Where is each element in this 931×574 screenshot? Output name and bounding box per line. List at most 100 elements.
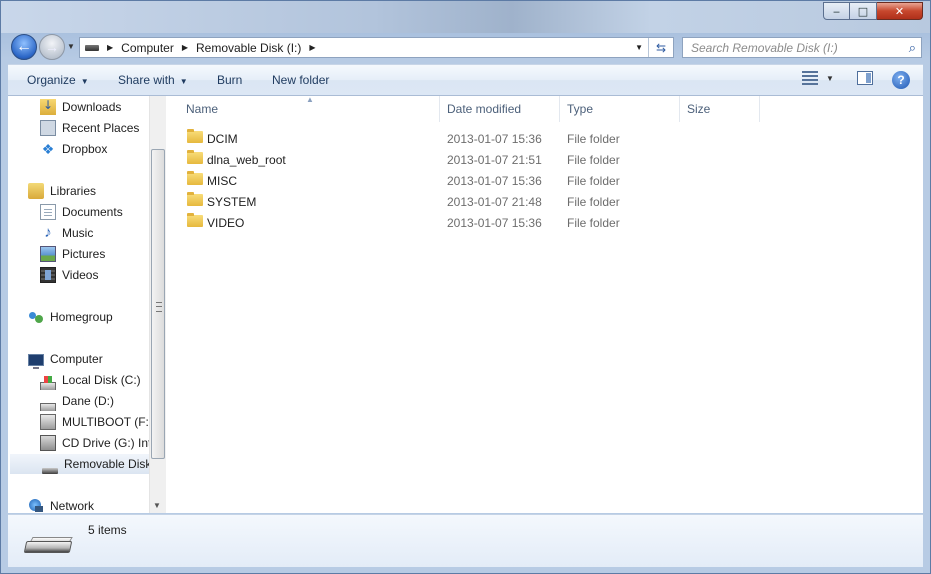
file-date-modified: 2013-01-07 15:36 [447, 216, 542, 230]
title-bar[interactable] [1, 1, 930, 33]
videos-icon [40, 267, 56, 283]
file-name: dlna_web_root [207, 153, 286, 167]
file-type: File folder [567, 132, 620, 146]
column-divider[interactable] [679, 96, 680, 122]
sidebar-item-label: Homegroup [50, 310, 113, 324]
disk-icon [40, 402, 56, 411]
refresh-button[interactable]: ⇆ [648, 38, 673, 57]
maximize-button[interactable]: □ [850, 2, 877, 20]
organize-button[interactable]: Organize ▼ [27, 73, 89, 87]
share-with-button[interactable]: Share with ▼ [118, 73, 188, 87]
sidebar-item-music[interactable]: ♪ Music [8, 223, 150, 243]
scrollbar-thumb[interactable] [151, 149, 165, 459]
sort-ascending-icon: ▲ [306, 95, 314, 104]
sidebar-item-recent-places[interactable]: Recent Places [8, 118, 150, 138]
sidebar-item-label: Local Disk (C:) [62, 373, 141, 387]
file-date-modified: 2013-01-07 21:51 [447, 153, 542, 167]
sidebar-item-libraries[interactable]: Libraries [8, 181, 150, 201]
search-input[interactable] [689, 39, 893, 56]
file-type: File folder [567, 153, 620, 167]
sidebar-item-dane-d[interactable]: Dane (D:) [8, 391, 150, 411]
file-row[interactable]: dlna_web_root 2013-01-07 21:51 File fold… [166, 149, 923, 170]
navigation-pane: Downloads Recent Places ❖ Dropbox Librar… [8, 96, 167, 513]
help-button[interactable]: ? [892, 71, 910, 89]
sidebar-item-cd-drive-g[interactable]: CD Drive (G:) Inte [8, 433, 150, 453]
network-icon [28, 498, 44, 513]
recent-pages-dropdown[interactable]: ▼ [67, 42, 75, 51]
music-icon: ♪ [44, 224, 52, 241]
column-divider[interactable] [759, 96, 760, 122]
navigation-pane-scrollbar[interactable]: ▼ [149, 96, 166, 513]
forward-button[interactable]: → [39, 34, 65, 60]
removable-disk-icon [42, 468, 58, 474]
preview-pane-button[interactable] [857, 71, 873, 85]
sidebar-item-label: Documents [62, 205, 123, 219]
file-type: File folder [567, 195, 620, 209]
file-name: DCIM [207, 132, 238, 146]
chevron-down-icon[interactable]: ▼ [826, 74, 834, 83]
file-name: VIDEO [207, 216, 245, 230]
address-bar[interactable]: ▶ Computer ▶ Removable Disk (I:) ▶ ▼ ⇆ [79, 37, 674, 58]
close-button[interactable]: ✕ [877, 2, 923, 20]
libraries-icon [28, 183, 44, 199]
details-view-icon [802, 71, 818, 85]
scroll-down-arrow-icon[interactable]: ▼ [153, 501, 161, 510]
sidebar-item-label: Removable Disk ( [64, 457, 150, 471]
search-box[interactable]: ⌕ [682, 37, 922, 58]
breadcrumb-computer[interactable]: Computer [121, 41, 174, 55]
folder-icon [187, 150, 203, 164]
burn-button[interactable]: Burn [217, 73, 242, 87]
folder-icon [187, 129, 203, 143]
file-name: MISC [207, 174, 237, 188]
sidebar-item-multiboot-f[interactable]: MULTIBOOT (F:) [8, 412, 150, 432]
sidebar-item-local-disk-c[interactable]: Local Disk (C:) [8, 370, 150, 390]
column-header-name[interactable]: Name [186, 96, 218, 122]
breadcrumb: ▶ Computer ▶ Removable Disk (I:) ▶ [99, 41, 324, 55]
breadcrumb-removable-disk[interactable]: Removable Disk (I:) [196, 41, 301, 55]
sidebar-item-network[interactable]: Network [8, 496, 150, 513]
help-icon: ? [892, 71, 910, 89]
file-row[interactable]: DCIM 2013-01-07 15:36 File folder [166, 128, 923, 149]
file-row[interactable]: SYSTEM 2013-01-07 21:48 File folder [166, 191, 923, 212]
column-header-type[interactable]: Type [567, 96, 593, 122]
sidebar-item-computer[interactable]: Computer [8, 349, 150, 369]
sidebar-item-downloads[interactable]: Downloads [8, 97, 150, 117]
sidebar-item-dropbox[interactable]: ❖ Dropbox [8, 139, 150, 159]
file-row[interactable]: MISC 2013-01-07 15:36 File folder [166, 170, 923, 191]
file-list: ▲ Name Date modified Type Size DCIM 2013… [166, 95, 923, 513]
back-button[interactable]: ← [11, 34, 37, 60]
sidebar-item-videos[interactable]: Videos [8, 265, 150, 285]
caption-buttons: ‒ □ ✕ [823, 2, 923, 20]
sidebar-item-label: Dropbox [62, 142, 108, 156]
chevron-right-icon[interactable]: ▶ [182, 43, 188, 52]
address-history-dropdown[interactable]: ▼ [635, 43, 643, 52]
folder-icon [187, 192, 203, 206]
column-header-date-modified[interactable]: Date modified [447, 96, 521, 122]
minimize-button[interactable]: ‒ [823, 2, 850, 20]
sidebar-item-documents[interactable]: Documents [8, 202, 150, 222]
change-view-button[interactable]: ▼ [802, 71, 834, 85]
sidebar-item-label: Computer [50, 352, 103, 366]
file-row[interactable]: VIDEO 2013-01-07 15:36 File folder [166, 212, 923, 233]
refresh-icon: ⇆ [655, 40, 667, 55]
search-icon[interactable]: ⌕ [909, 40, 916, 56]
computer-icon [28, 354, 44, 369]
column-header-size[interactable]: Size [687, 96, 710, 122]
usb-drive-icon [40, 414, 56, 430]
sidebar-item-removable-disk-i[interactable]: Removable Disk ( [10, 454, 150, 474]
grip-icon [156, 302, 162, 312]
sidebar-item-pictures[interactable]: Pictures [8, 244, 150, 264]
sidebar-item-homegroup[interactable]: Homegroup [8, 307, 150, 327]
new-folder-button[interactable]: New folder [272, 73, 329, 87]
file-name: SYSTEM [207, 195, 257, 209]
sidebar-item-label: Libraries [50, 184, 97, 198]
recent-places-icon [40, 120, 56, 136]
chevron-right-icon[interactable]: ▶ [107, 43, 113, 52]
column-divider[interactable] [439, 96, 440, 122]
local-disk-icon [40, 375, 56, 390]
column-divider[interactable] [559, 96, 560, 122]
file-type: File folder [567, 174, 620, 188]
chevron-right-icon[interactable]: ▶ [309, 43, 315, 52]
command-bar: Organize ▼ Share with ▼ Burn New folder ▼ … [8, 64, 923, 96]
sidebar-item-label: CD Drive (G:) Inte [62, 436, 150, 450]
